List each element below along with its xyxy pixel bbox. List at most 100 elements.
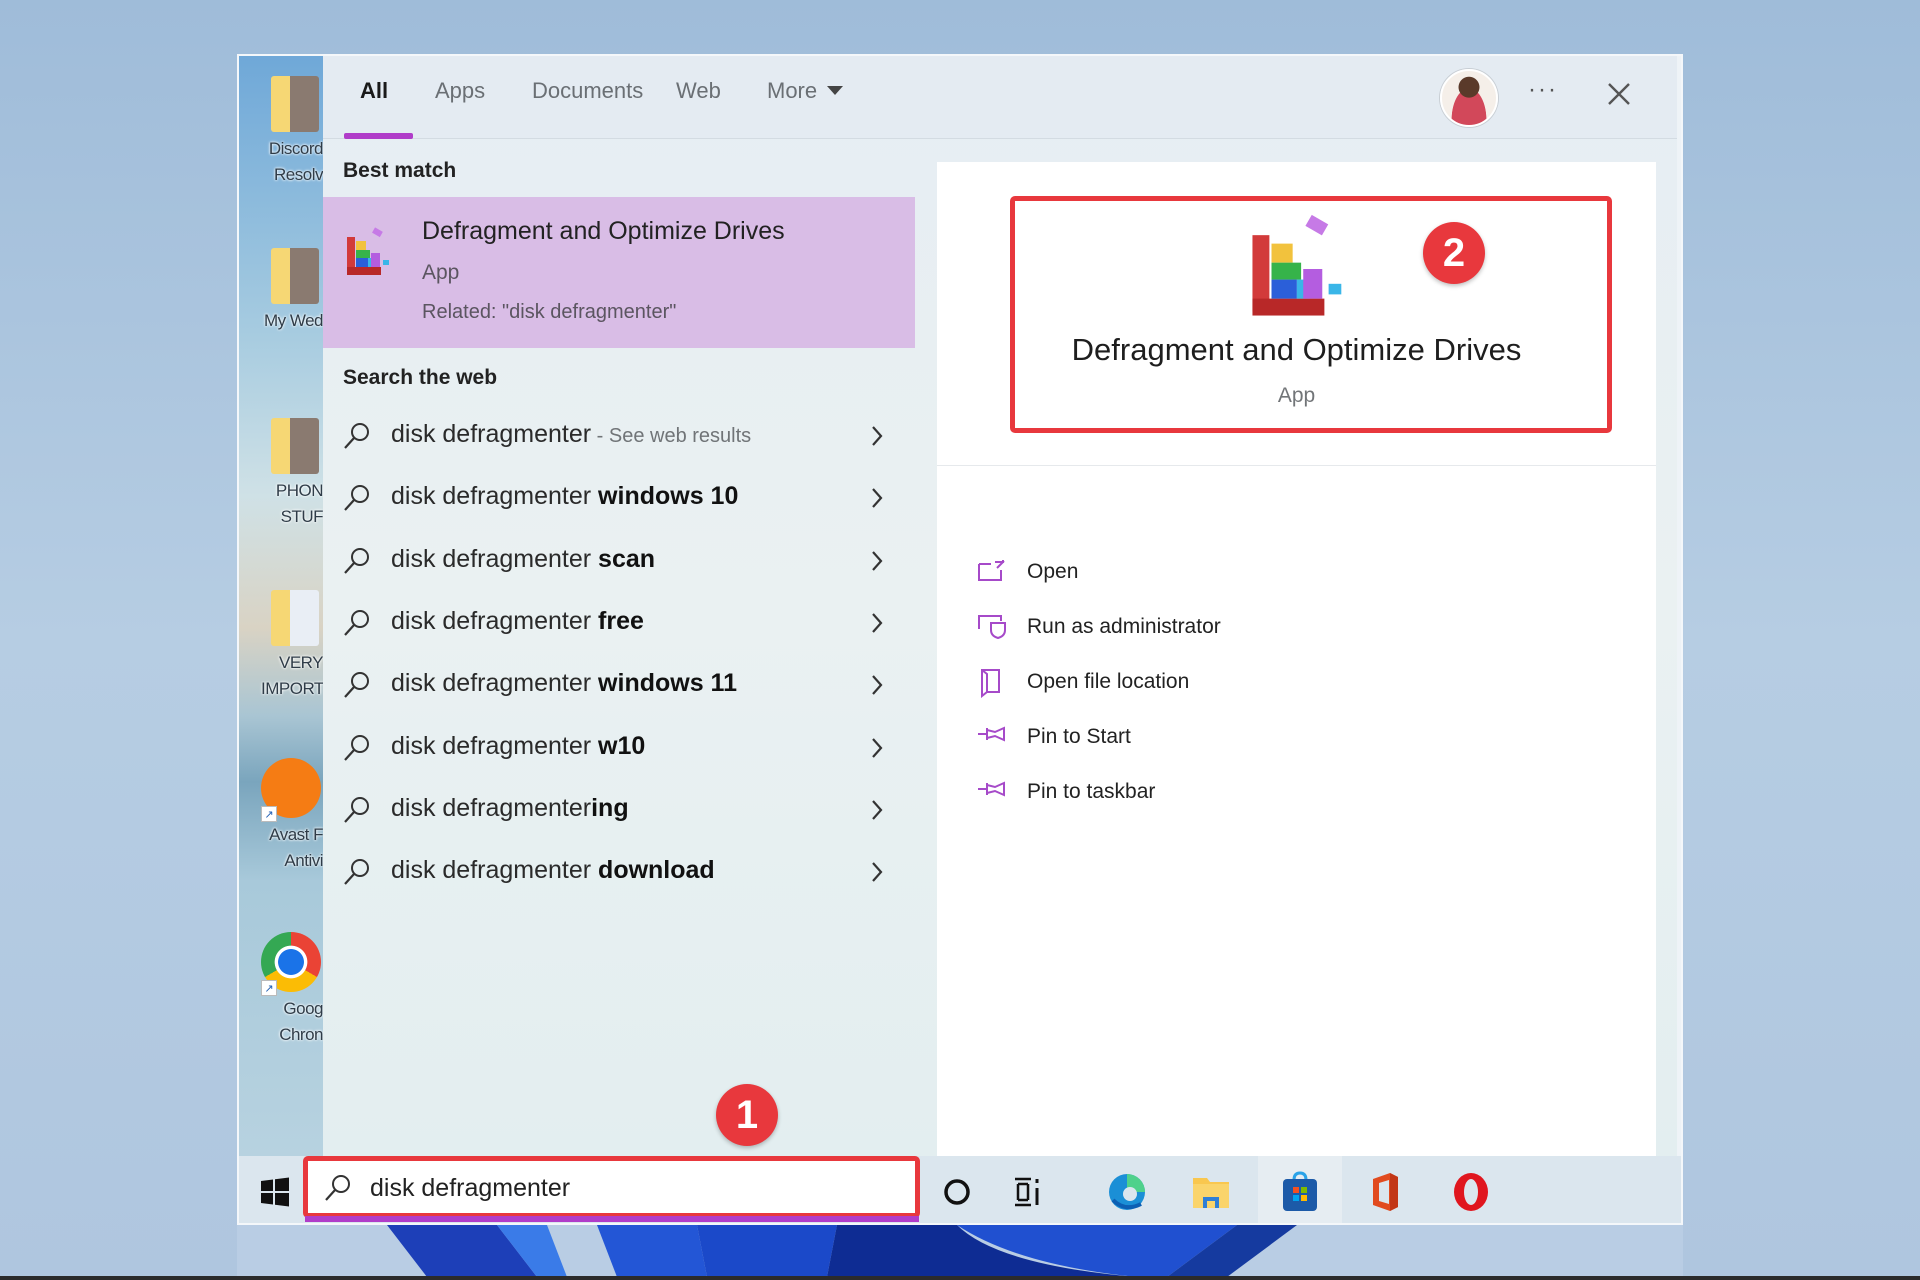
web-suggestion-text: disk defragmenter free [391,607,644,636]
search-box-accent [305,1216,919,1222]
caret-down-icon [827,86,844,95]
query-completion: free [598,607,644,635]
action-label: Pin to Start [1027,725,1131,748]
desktop-icon[interactable]: PHON STUF [261,418,323,530]
folder-icon [271,418,319,474]
search-input[interactable] [370,1169,890,1207]
chevron-right-icon [872,613,883,633]
chevron-right-icon [872,738,883,758]
microsoft-store-icon[interactable] [1278,1170,1322,1214]
best-match-title: Defragment and Optimize Drives [422,217,785,245]
annotation-badge-2: 2 [1423,222,1485,284]
cortana-icon[interactable] [935,1170,979,1214]
chevron-right-icon [872,862,883,882]
avast-icon: ↗ [261,758,321,822]
search-icon [344,859,369,885]
web-suggestion-item[interactable]: disk defragmentering [323,778,915,840]
web-suggestion-item[interactable]: disk defragmenter windows 10 [323,466,915,528]
web-suggestion-text: disk defragmenter scan [391,545,655,574]
taskbar-search-box[interactable] [303,1156,920,1218]
query-text: disk defragmenter [391,856,599,884]
query-text: disk defragmenter [391,732,599,760]
action-run-as-administrator[interactable]: Run as administrator [977,607,1377,647]
chevron-right-icon [872,551,883,571]
desktop-icon[interactable]: VERY IMPORT [261,590,323,702]
desktop-icon-label: PHON STUF [275,481,323,526]
shortcut-arrow-icon: ↗ [261,980,277,996]
query-completion: ing [591,794,629,822]
desktop-icon[interactable]: ↗ Avast F Antivi [261,758,323,874]
office-icon[interactable] [1363,1170,1407,1214]
folder-icon [271,590,319,646]
search-web-heading: Search the web [343,366,498,389]
active-tab-indicator [344,133,413,139]
tab-apps[interactable]: Apps [435,78,485,104]
user-avatar[interactable] [1440,69,1498,127]
web-suggestion-text: disk defragmenter w10 [391,732,645,761]
search-icon [344,485,369,511]
tab-more[interactable]: More [767,78,844,104]
tab-all[interactable]: All [360,78,388,104]
best-match-result[interactable]: Defragment and Optimize Drives App Relat… [323,197,915,348]
annotation-badge-1: 1 [716,1084,778,1146]
file-explorer-icon[interactable] [1189,1170,1233,1214]
chrome-icon: ↗ [261,932,321,996]
more-options-button[interactable]: ··· [1528,76,1558,104]
web-suggestion-item[interactable]: disk defragmenter scan [323,529,915,591]
folder-icon [271,76,319,132]
shortcut-arrow-icon: ↗ [261,806,277,822]
desktop-icon[interactable]: My Wed [261,248,323,334]
desktop-icon-label: Goog Chron [279,999,323,1044]
search-icon [344,672,369,698]
query-completion: windows 10 [598,482,739,510]
close-icon[interactable] [1603,78,1635,110]
best-match-related: Related: "disk defragmenter" [422,301,677,323]
best-match-type: App [422,261,460,284]
chevron-right-icon [872,675,883,695]
edge-icon[interactable] [1105,1170,1149,1214]
desktop-icon-label: Avast F Antivi [269,825,323,870]
query-text: disk defragmenter [391,669,599,697]
search-header: All Apps Documents Web More ··· [323,56,1677,139]
search-icon [344,548,369,574]
search-icon [344,610,369,636]
action-label: Open [1027,560,1079,583]
desktop-icon[interactable]: ↗ Goog Chron [261,932,323,1048]
pin-icon [978,726,1005,742]
tab-web[interactable]: Web [676,78,721,104]
web-suggestion-text: disk defragmenter download [391,856,715,885]
web-suggestion-text: disk defragmenter - See web results [391,420,751,449]
web-suggestion-text: disk defragmenter windows 11 [391,669,737,698]
desktop-background: Discord Resolv My Wed PHON STUF VERY IMP… [239,56,323,1156]
web-suggestion-item[interactable]: disk defragmenter - See web results [323,404,915,466]
action-pin-to-start[interactable]: Pin to Start [977,717,1377,757]
web-suggestion-item[interactable]: disk defragmenter download [323,840,915,902]
query-completion: download [598,856,715,884]
web-suggestion-item[interactable]: disk defragmenter free [323,591,915,653]
tab-more-label: More [767,78,818,103]
annotation-box-preview [1010,196,1612,433]
search-icon [325,1175,350,1201]
action-label: Pin to taskbar [1027,780,1156,803]
action-open-file-location[interactable]: Open file location [977,662,1377,702]
task-view-icon[interactable] [1005,1170,1049,1214]
web-suggestion-text: disk defragmenter windows 10 [391,482,738,511]
search-icon [344,797,369,823]
folder-icon [271,248,319,304]
web-suggestion-text: disk defragmentering [391,794,629,823]
tab-documents[interactable]: Documents [532,78,643,104]
chevron-right-icon [872,426,883,446]
pin-icon [978,781,1005,797]
action-open[interactable]: Open [977,552,1377,592]
web-suggestion-item[interactable]: disk defragmenter windows 11 [323,653,915,715]
query-text: disk defragmenter [391,794,592,822]
action-label: Run as administrator [1027,615,1221,638]
search-icon [344,423,369,449]
web-suggestion-item[interactable]: disk defragmenter w10 [323,716,915,778]
file-location-icon [981,669,1000,698]
windows-start-icon[interactable] [259,1176,291,1208]
query-text: disk defragmenter [391,420,592,448]
desktop-icon[interactable]: Discord Resolv [261,76,323,188]
opera-icon[interactable] [1449,1170,1493,1214]
action-pin-to-taskbar[interactable]: Pin to taskbar [977,772,1377,812]
